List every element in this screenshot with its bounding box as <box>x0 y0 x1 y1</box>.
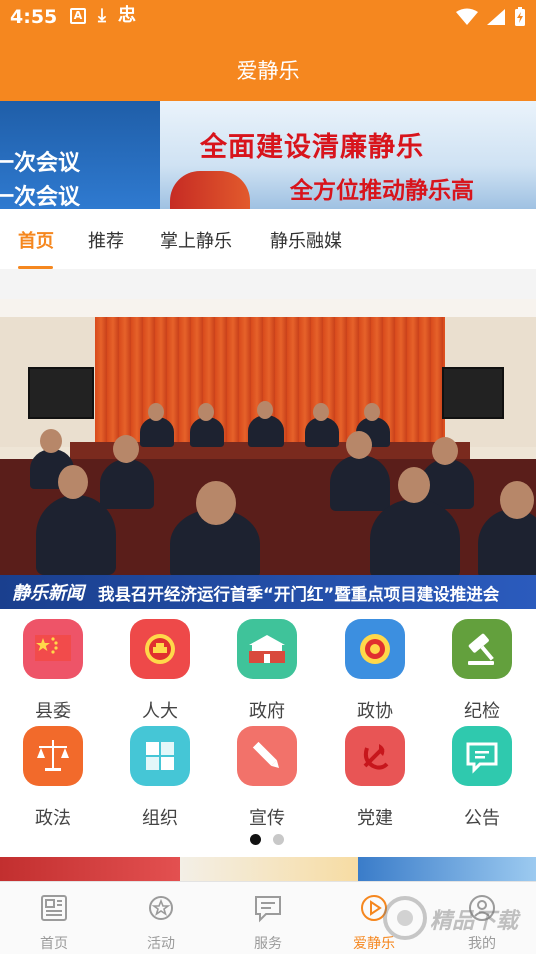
emblem-icon <box>130 619 190 679</box>
hero-news-image[interactable]: 静乐新闻 我县召开经济运行首季“开门红”暨重点项目建设推进会 <box>0 299 536 609</box>
channel-logo: 静乐新闻 <box>12 583 84 604</box>
cppcc-emblem-icon <box>345 619 405 679</box>
teaser-slide-2[interactable] <box>180 857 358 881</box>
grid-item-peoples-congress[interactable]: 人大 <box>115 619 205 722</box>
grid-item-government[interactable]: 政府 <box>222 619 312 722</box>
screen-left <box>28 367 94 419</box>
signal-icon <box>487 9 505 25</box>
news-icon <box>41 895 67 921</box>
nav-activity[interactable]: 活动 <box>121 888 201 952</box>
grid-item-organization[interactable]: 组织 <box>115 726 205 829</box>
banner-slide-right[interactable]: 全面建设清廉静乐 全方位推动静乐高 <box>160 101 536 209</box>
tab-mobile-jingle[interactable]: 掌上静乐 <box>160 227 232 253</box>
teaser-slide-3[interactable] <box>358 857 536 881</box>
pager-dot-1[interactable] <box>250 834 261 845</box>
service-chat-icon <box>255 896 281 923</box>
news-headline: 我县召开经济运行首季“开门红”暨重点项目建设推进会 <box>98 585 500 604</box>
department-grid: 县委 人大 政府 政协 纪检 政法 组织 宣传 党建 公告 <box>0 609 536 854</box>
status-bar: 4:55 A ⤓ 忠 <box>0 0 536 36</box>
tab-jingle-media[interactable]: 静乐融媒 <box>270 227 342 253</box>
pager-dots <box>250 834 284 845</box>
grid-item-announcement[interactable]: 公告 <box>437 726 527 829</box>
tiananmen-icon <box>237 619 297 679</box>
grid-label: 纪检 <box>464 701 500 722</box>
flag-icon <box>23 619 83 679</box>
grid-label: 党建 <box>357 808 393 829</box>
grid-item-county-committee[interactable]: 县委 <box>8 619 98 722</box>
banner-flag-graphic <box>170 171 250 209</box>
watermark-text: 精品下载 <box>430 909 519 934</box>
grid-label: 政法 <box>35 808 71 829</box>
grid-label: 人大 <box>142 701 178 722</box>
battery-charging-icon <box>515 7 525 26</box>
tab-recommend[interactable]: 推荐 <box>88 227 124 253</box>
bug-icon: 忠 <box>117 5 136 26</box>
grid-item-party-building[interactable]: 党建 <box>330 726 420 829</box>
nav-label: 活动 <box>147 936 175 952</box>
grid-label: 县委 <box>35 701 71 722</box>
chat-notice-icon <box>452 726 512 786</box>
banner-left-line-2: 一次会议 <box>0 185 81 209</box>
status-time: 4:55 <box>10 6 58 28</box>
app-title: 爱静乐 <box>236 59 300 83</box>
grid-label: 政府 <box>249 701 285 722</box>
category-tabs: 首页 推荐 掌上静乐 静乐融媒 <box>0 209 536 269</box>
lower-banner-strip[interactable] <box>0 857 536 881</box>
party-emblem-icon <box>345 726 405 786</box>
banner-left-line-1: 一次会议 <box>0 151 81 176</box>
puzzle-icon <box>130 726 190 786</box>
grid-label: 宣传 <box>249 808 285 829</box>
download-icon: ⤓ <box>98 5 106 26</box>
grid-item-publicity[interactable]: 宣传 <box>222 726 312 829</box>
wifi-icon <box>456 8 478 25</box>
medal-icon <box>149 896 173 920</box>
grid-label: 组织 <box>142 808 178 829</box>
nav-label: 首页 <box>40 936 68 952</box>
watermark: 精品下载 <box>376 885 536 949</box>
grid-item-politics-law[interactable]: 政法 <box>8 726 98 829</box>
pager-dot-2[interactable] <box>273 834 284 845</box>
app-header: 爱静乐 <box>0 36 536 101</box>
text-a-icon: A <box>70 8 86 24</box>
scales-icon <box>23 726 83 786</box>
watermark-logo-icon <box>383 896 427 940</box>
gavel-icon <box>452 619 512 679</box>
nav-home[interactable]: 首页 <box>14 888 94 952</box>
banner-right-line-1: 全面建设清廉静乐 <box>200 132 424 163</box>
pencil-icon <box>237 726 297 786</box>
grid-label: 政协 <box>357 701 393 722</box>
nav-label: 服务 <box>254 936 282 952</box>
banner-slide-left[interactable]: 一次会议 一次会议 <box>0 101 160 209</box>
section-divider <box>0 269 536 299</box>
nav-service[interactable]: 服务 <box>228 888 308 952</box>
top-banner[interactable]: 一次会议 一次会议 全面建设清廉静乐 全方位推动静乐高 <box>0 101 536 209</box>
grid-item-discipline[interactable]: 纪检 <box>437 619 527 722</box>
grid-label: 公告 <box>464 808 500 829</box>
banner-right-line-2: 全方位推动静乐高 <box>290 178 474 204</box>
teaser-slide-1[interactable] <box>0 857 180 881</box>
grid-item-cppcc[interactable]: 政协 <box>330 619 420 722</box>
news-caption-bar: 静乐新闻 我县召开经济运行首季“开门红”暨重点项目建设推进会 <box>0 575 536 609</box>
screen-right <box>442 367 504 419</box>
tab-home[interactable]: 首页 <box>18 227 54 253</box>
